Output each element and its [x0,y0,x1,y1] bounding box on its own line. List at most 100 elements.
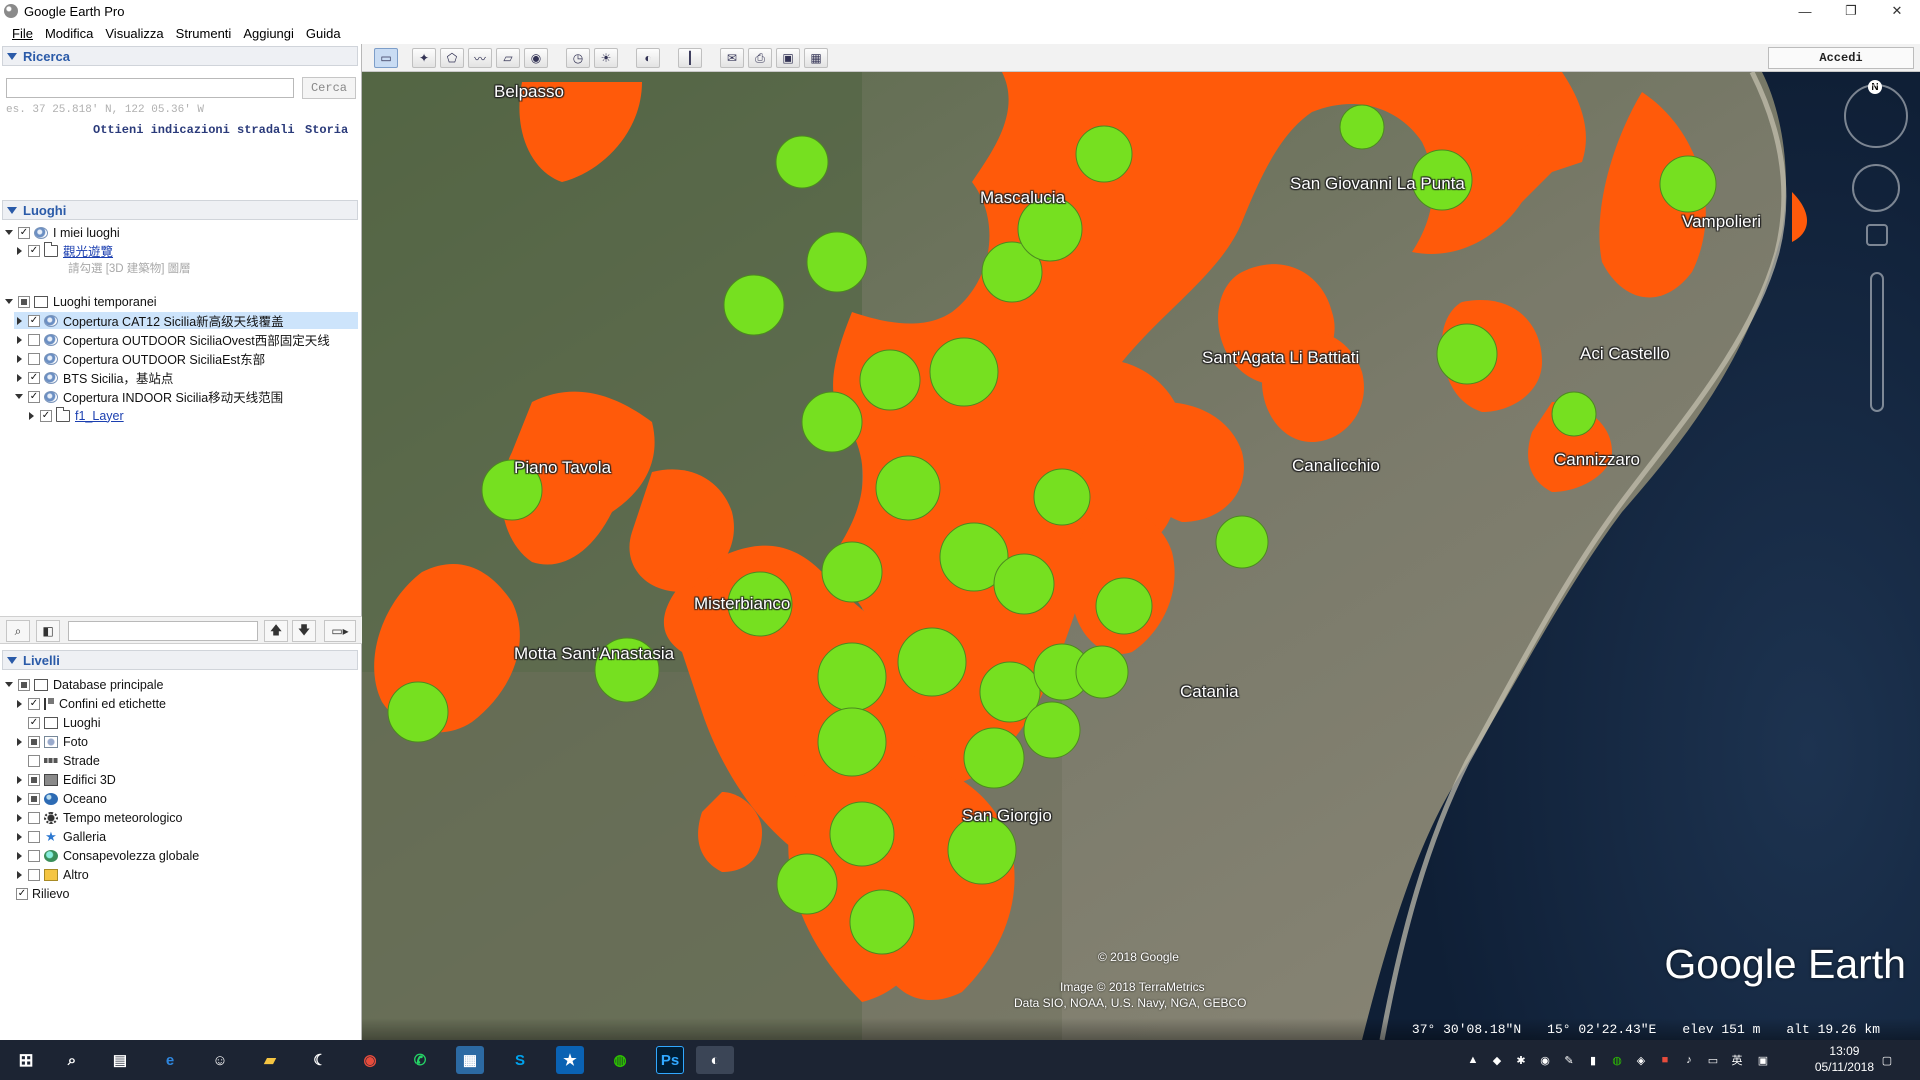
move-navigation-ring[interactable] [1852,164,1900,212]
wechat-icon[interactable]: ◍ [606,1046,634,1074]
expander-icon[interactable] [14,316,24,326]
tray-usb-icon[interactable]: ▮ [1586,1053,1600,1067]
checkbox[interactable] [18,678,30,691]
checkbox[interactable]: ✓ [16,887,28,900]
tray-app-icon[interactable]: ◆ [1490,1053,1504,1067]
checkbox[interactable] [28,735,40,748]
expander-icon[interactable] [14,832,24,842]
calculator-icon[interactable]: ▦ [456,1046,484,1074]
task-view-icon[interactable]: ▤ [106,1046,134,1074]
menu-file[interactable]: File [6,26,39,41]
network-icon[interactable]: ▭ [1706,1053,1720,1067]
expander-icon[interactable] [14,373,24,383]
expander-icon[interactable] [14,737,24,747]
tree-item-layer[interactable]: ✓ BTS Sicilia，基站点 [14,369,173,386]
layer-item[interactable]: Tempo meteorologico [14,809,183,826]
checkbox[interactable]: ✓ [28,716,40,729]
add-placemark-icon[interactable]: ✦ [412,48,436,68]
expander-icon[interactable] [26,411,36,421]
file-explorer-icon[interactable]: ▰ [256,1046,284,1074]
skype-icon[interactable]: S [506,1046,534,1074]
checkbox[interactable] [28,333,40,346]
tray-app-icon[interactable]: ▲ [1466,1053,1480,1067]
menu-edit[interactable]: Modifica [39,26,99,41]
checkbox[interactable]: ✓ [28,697,40,710]
search-places-button[interactable]: ⌕ [6,620,30,642]
tree-item-layer[interactable]: Copertura OUTDOOR SiciliaEst东部 [14,350,265,367]
places-filter-input[interactable] [68,621,258,641]
directions-link[interactable]: Ottieni indicazioni stradali [93,123,295,137]
checkbox[interactable] [28,849,40,862]
menu-view[interactable]: Visualizza [99,26,169,41]
tree-item-layer[interactable]: Copertura OUTDOOR SiciliaOvest西部固定天线 [14,331,330,348]
layer-item[interactable]: ★ Galleria [14,828,106,845]
search-input[interactable] [6,78,294,98]
checkbox[interactable] [28,352,40,365]
chrome-icon[interactable]: ◉ [356,1046,384,1074]
sidebar-toggle-button[interactable]: ◧ [36,620,60,642]
tray-app-icon[interactable]: ✎ [1562,1053,1576,1067]
checkbox[interactable] [28,792,40,805]
checkbox[interactable] [28,754,40,767]
layer-item[interactable]: Edifici 3D [14,771,116,788]
ime-icon[interactable]: ▣ [1756,1053,1770,1067]
restore-button[interactable]: ❐ [1828,0,1874,22]
edge-browser-icon[interactable]: e [156,1046,184,1074]
checkbox[interactable] [28,868,40,881]
expander-icon[interactable] [14,699,24,709]
layer-item[interactable]: Strade [14,752,100,769]
expander-icon[interactable] [14,775,24,785]
add-polygon-icon[interactable]: ⬠ [440,48,464,68]
expander-icon[interactable] [14,392,24,402]
search-button[interactable]: Cerca [302,77,356,99]
menu-tools[interactable]: Strumenti [170,26,238,41]
ruler-icon[interactable]: ┃ [678,48,702,68]
save-image-icon[interactable]: ▣ [776,48,800,68]
user-app-icon[interactable]: ☺ [206,1046,234,1074]
look-navigation-ring[interactable] [1844,84,1908,148]
expander-icon[interactable] [14,851,24,861]
move-down-button[interactable]: 🡇 [292,620,316,642]
checkbox[interactable]: ✓ [18,226,30,239]
input-language[interactable]: 英 [1730,1053,1744,1067]
checkbox[interactable]: ✓ [28,371,40,384]
layer-item[interactable]: Altro [14,866,89,883]
historical-imagery-icon[interactable]: ◷ [566,48,590,68]
planet-switch-icon[interactable]: ◐ [636,48,660,68]
layer-item[interactable]: Consapevolezza globale [14,847,199,864]
layer-item[interactable]: ✓ Luoghi [14,714,101,731]
expander-icon[interactable] [14,794,24,804]
tree-item-database[interactable]: Database principale [4,676,164,693]
tree-item-layer[interactable]: ✓ Copertura CAT12 Sicilia新高级天线覆盖 [14,312,358,329]
zoom-slider[interactable] [1870,272,1884,412]
expander-icon[interactable] [4,228,14,238]
record-tour-icon[interactable]: ◉ [524,48,548,68]
tree-item-sublayer[interactable]: ✓ f1_Layer [26,406,124,424]
tree-item-layer[interactable]: ✓ Copertura INDOOR Sicilia移动天线范围 [14,388,283,405]
expander-icon[interactable] [14,813,24,823]
tray-bluetooth-icon[interactable]: ✱ [1514,1053,1528,1067]
checkbox[interactable] [28,830,40,843]
places-panel-header[interactable]: Luoghi [2,200,358,220]
expander-icon[interactable] [4,297,14,307]
search-icon[interactable]: ⌕ [58,1046,86,1074]
add-overlay-icon[interactable]: ▱ [496,48,520,68]
checkbox[interactable]: ✓ [28,390,40,403]
tray-wechat-icon[interactable]: ◍ [1610,1053,1624,1067]
move-up-button[interactable]: 🡅 [264,620,288,642]
folder-menu-button[interactable]: ▭▸ [324,620,356,642]
moon-app-icon[interactable]: ☾ [306,1046,334,1074]
map-viewport[interactable]: Belpasso Mascalucia San Giovanni La Punt… [362,72,1920,1040]
email-icon[interactable]: ✉ [720,48,744,68]
checkbox[interactable]: ✓ [40,409,52,422]
volume-icon[interactable]: ♪ [1682,1053,1696,1067]
notification-icon[interactable]: ▢ [1880,1053,1894,1067]
expander-icon[interactable] [4,680,14,690]
tree-item-temp-places[interactable]: Luoghi temporanei [4,293,157,310]
minimize-button[interactable]: — [1782,0,1828,22]
layer-item[interactable]: ✓ Confini ed etichette [14,695,166,712]
expander-icon[interactable] [14,870,24,880]
history-link[interactable]: Storia [305,123,348,137]
street-view-pegman-icon[interactable] [1866,224,1888,246]
close-button[interactable]: ✕ [1874,0,1920,22]
